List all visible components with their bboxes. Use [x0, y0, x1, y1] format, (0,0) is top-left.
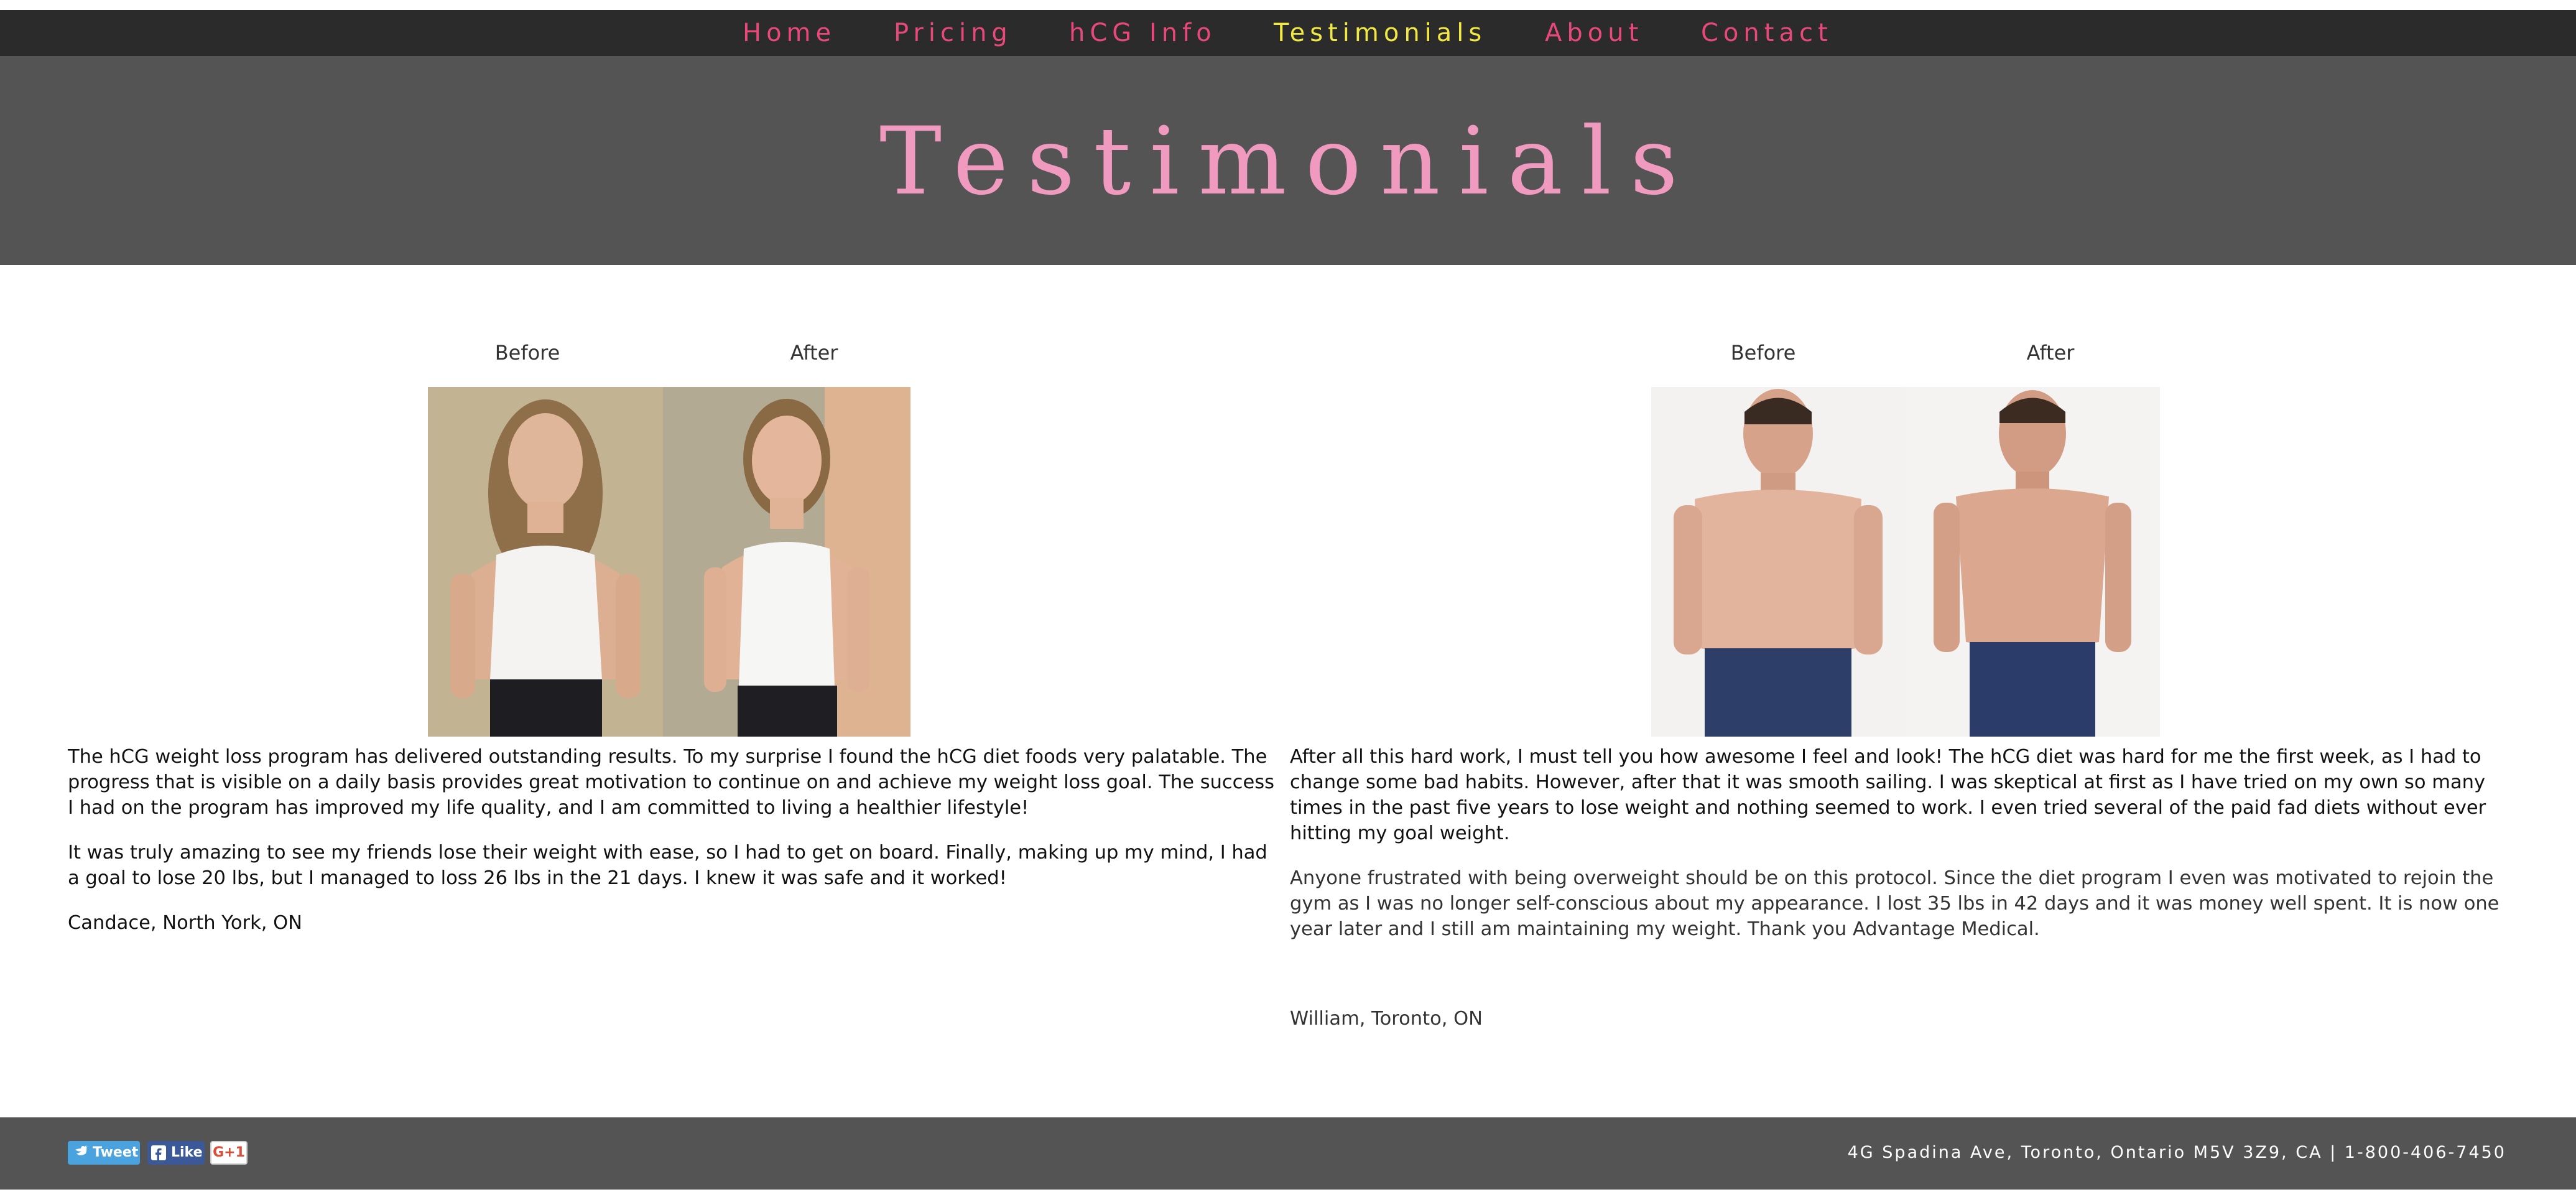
before-photo-woman — [428, 387, 663, 737]
footer-bottom-strip — [0, 1190, 2576, 1197]
tweet-button[interactable]: Tweet — [68, 1141, 140, 1165]
testimonial-author: William, Toronto, ON — [1290, 1008, 1483, 1030]
after-label: After — [2026, 341, 2075, 365]
nav-item-about[interactable]: About — [1545, 10, 1643, 56]
page-title: Testimonials — [879, 108, 1697, 216]
after-photo-man — [1905, 387, 2160, 737]
facebook-f-icon — [151, 1145, 166, 1161]
before-photo-man — [1651, 387, 1905, 737]
after-label: After — [790, 341, 838, 365]
nav-item-testimonials[interactable]: Testimonials — [1274, 10, 1486, 56]
tweet-label: Tweet — [93, 1145, 139, 1160]
nav-item-contact[interactable]: Contact — [1701, 10, 1833, 56]
top-strip — [0, 0, 2576, 10]
before-label: Before — [494, 341, 560, 365]
testimonial-william: After all this hard work, I must tell yo… — [1290, 744, 2509, 1032]
nav-item-home[interactable]: Home — [743, 10, 836, 56]
testimonial-paragraph: After all this hard work, I must tell yo… — [1290, 746, 2486, 844]
before-label: Before — [1730, 341, 1796, 365]
testimonial-paragraph: Anyone frustrated with being overweight … — [1290, 867, 2500, 940]
nav-item-hcg-info[interactable]: hCG Info — [1069, 10, 1216, 56]
after-photo-woman — [663, 387, 910, 737]
testimonial-paragraph: It was truly amazing to see my friends l… — [68, 842, 1267, 889]
facebook-like-button[interactable]: Like — [147, 1141, 205, 1165]
nav-bar: Home Pricing hCG Info Testimonials About… — [0, 10, 2576, 56]
google-plus-button[interactable]: G+1 — [210, 1141, 248, 1165]
gplus-label: G+1 — [213, 1145, 245, 1160]
footer-address: 4G Spadina Ave, Toronto, Ontario M5V 3Z9… — [1847, 1143, 2506, 1162]
twitter-bird-icon — [74, 1141, 88, 1173]
testimonial-candace: The hCG weight loss program has delivere… — [68, 744, 1281, 936]
like-label: Like — [171, 1145, 203, 1160]
footer: Tweet Like G+1 4G Spadina Ave, Toronto, … — [0, 1117, 2576, 1190]
header-banner: Testimonials — [0, 56, 2576, 265]
testimonial-paragraph: The hCG weight loss program has delivere… — [68, 746, 1274, 819]
nav-item-pricing[interactable]: Pricing — [894, 10, 1012, 56]
testimonial-author: Candace, North York, ON — [68, 912, 302, 934]
